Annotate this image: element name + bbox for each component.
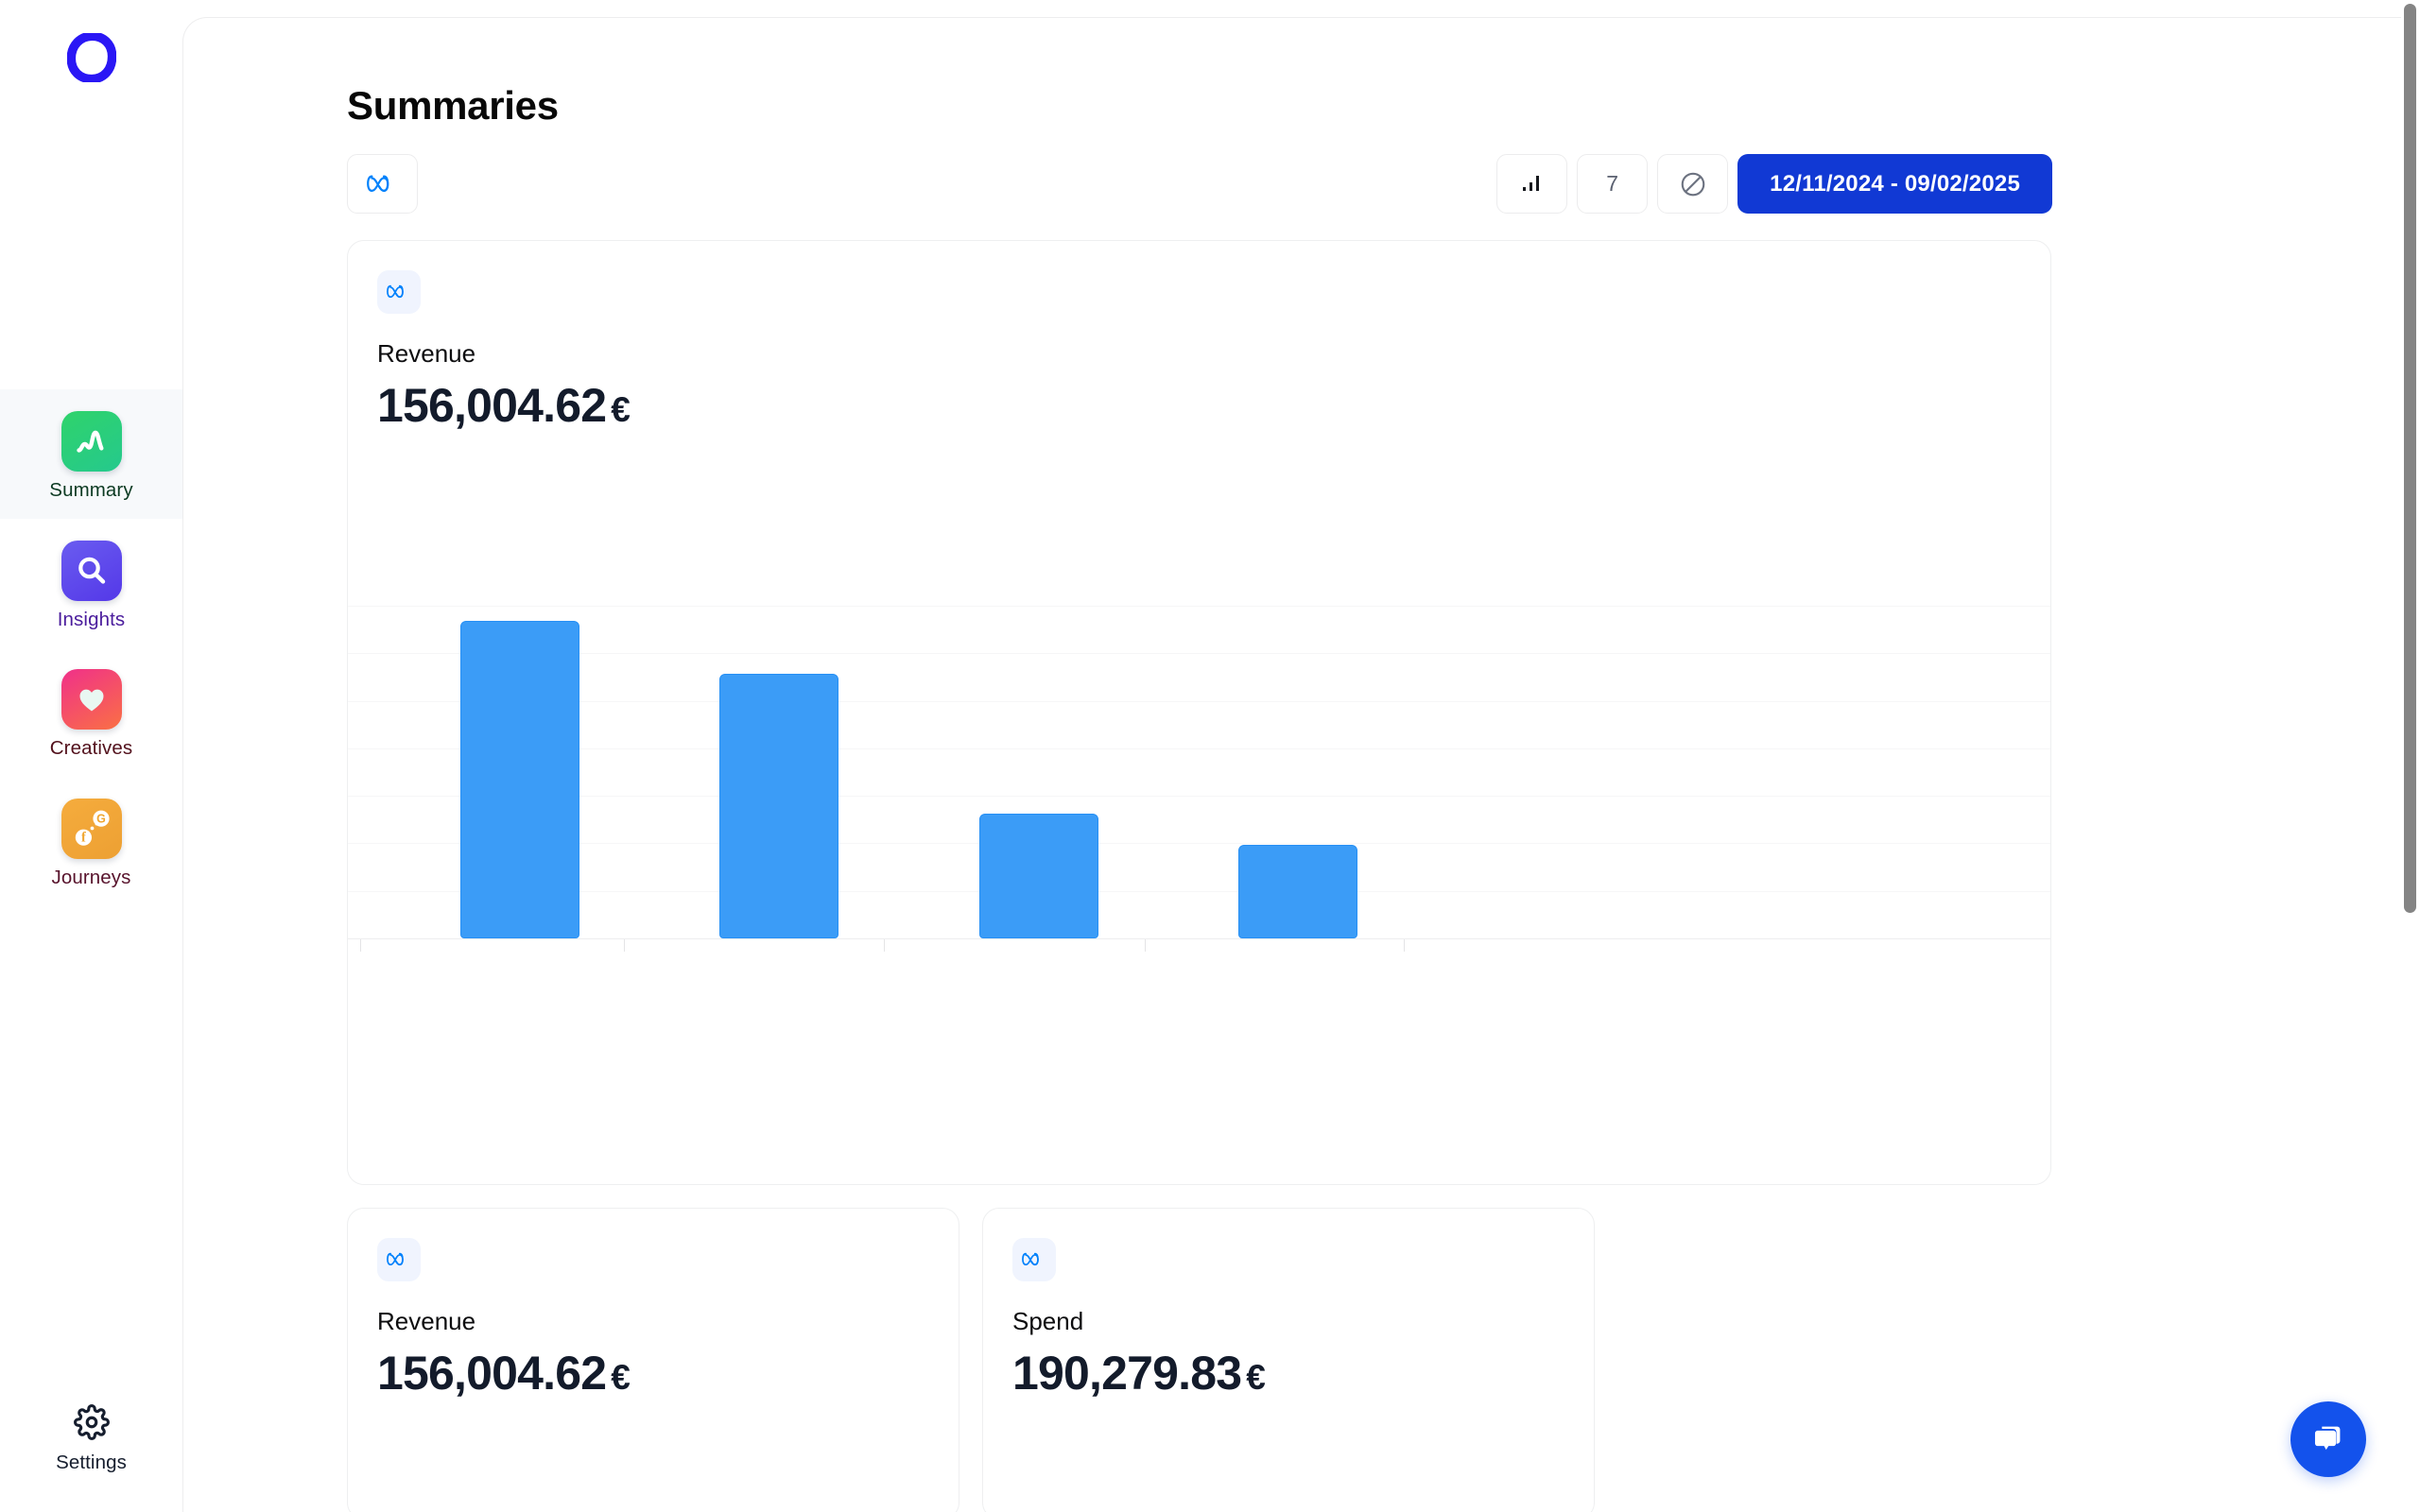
meta-icon: [1022, 1250, 1046, 1269]
metric-card-value: 156,004.62€: [377, 1348, 959, 1399]
chart-plot-area: [348, 606, 2050, 938]
meta-icon: [387, 283, 411, 301]
sidebar-item-label: Summary: [49, 481, 132, 501]
chart-card-header: Revenue 156,004.62€: [348, 241, 2050, 431]
axis-tick: [1145, 939, 1146, 952]
meta-icon: [367, 172, 399, 197]
line-chart-icon: [61, 411, 122, 472]
sidebar-item-creatives[interactable]: Creatives: [0, 647, 182, 777]
interval-button[interactable]: 7: [1577, 154, 1648, 214]
heart-icon: [61, 669, 122, 730]
metric-card-header: Spend 190,279.83€: [983, 1209, 1594, 1399]
metric-cards-row: Revenue 156,004.62€: [347, 1208, 2051, 1512]
chart-bars: [348, 606, 2050, 938]
meta-badge: [377, 270, 421, 314]
sidebar-item-label: Creatives: [50, 739, 133, 759]
sidebar-nav: Summary Insights Creatives: [0, 389, 182, 905]
page-title: Summaries: [347, 86, 2404, 126]
axis-tick: [624, 939, 625, 952]
metric-card-currency: €: [1246, 1358, 1265, 1397]
svg-text:f: f: [80, 830, 85, 845]
sidebar: Summary Insights Creatives: [0, 0, 182, 1512]
date-range-button[interactable]: 12/11/2024 - 09/02/2025: [1737, 154, 2052, 214]
scrollbar-thumb[interactable]: [2404, 4, 2416, 913]
chart-card-amount: 156,004.62: [377, 379, 606, 432]
interval-value: 7: [1606, 173, 1618, 195]
sidebar-item-settings[interactable]: Settings: [0, 1404, 182, 1473]
sidebar-item-summary[interactable]: Summary: [0, 389, 182, 519]
svg-text:G: G: [96, 812, 106, 825]
gear-icon: [74, 1404, 110, 1445]
metric-card-value: 190,279.83€: [1012, 1348, 1594, 1399]
sidebar-item-insights[interactable]: Insights: [0, 519, 182, 648]
metric-card-amount: 156,004.62: [377, 1347, 606, 1400]
app-logo-ring-icon: [67, 33, 116, 82]
chat-widget-button[interactable]: [2290, 1401, 2366, 1477]
google-facebook-path-icon: G f: [61, 799, 122, 859]
page-scrollbar[interactable]: [2401, 0, 2420, 1512]
revenue-metric-card: Revenue 156,004.62€: [347, 1208, 959, 1512]
no-entry-icon: [1679, 170, 1707, 198]
chart-bar[interactable]: [979, 814, 1098, 938]
metric-card-header: Revenue 156,004.62€: [348, 1209, 959, 1399]
chart-card-label: Revenue: [377, 341, 2050, 366]
chart-bar[interactable]: [1238, 845, 1357, 938]
metric-card-label: Spend: [1012, 1309, 1594, 1333]
content-inner: Summaries: [183, 18, 2404, 1512]
sidebar-item-label: Insights: [58, 610, 125, 630]
chart-bar[interactable]: [460, 621, 579, 938]
chart-card-value: 156,004.62€: [377, 380, 2050, 431]
metric-card-currency: €: [611, 1358, 630, 1397]
sidebar-item-journeys[interactable]: G f Journeys: [0, 777, 182, 906]
platform-filter-meta-button[interactable]: [347, 154, 418, 214]
sidebar-item-label: Journeys: [52, 868, 131, 888]
revenue-chart-card: Revenue 156,004.62€: [347, 240, 2051, 1185]
metric-card-label: Revenue: [377, 1309, 959, 1333]
toolbar-right-group: 7 12/11/2024 - 09/02/2025: [1496, 154, 2052, 214]
axis-tick: [360, 939, 361, 952]
chat-bubbles-icon: [2308, 1419, 2348, 1459]
chart-card-currency: €: [611, 390, 630, 429]
app-root: Summary Insights Creatives: [0, 0, 2420, 1512]
meta-badge: [1012, 1238, 1056, 1281]
sidebar-item-label: Settings: [56, 1453, 127, 1473]
meta-icon: [387, 1250, 411, 1269]
metric-card-amount: 190,279.83: [1012, 1347, 1241, 1400]
main-panel: Summaries: [182, 17, 2404, 1512]
chart-bar[interactable]: [719, 674, 838, 938]
chart-type-button[interactable]: [1496, 154, 1567, 214]
date-range-label: 12/11/2024 - 09/02/2025: [1770, 173, 2020, 196]
clear-filter-button[interactable]: [1657, 154, 1728, 214]
app-logo[interactable]: [59, 25, 125, 91]
revenue-bar-chart: [348, 606, 2050, 1184]
axis-tick: [884, 939, 885, 952]
chart-axis-line: [348, 938, 2050, 939]
spend-metric-card: Spend 190,279.83€: [982, 1208, 1595, 1512]
meta-badge: [377, 1238, 421, 1281]
bar-chart-icon: [1519, 172, 1546, 197]
main-region: Summaries: [182, 0, 2420, 1512]
toolbar: 7 12/11/2024 - 09/02/2025: [347, 154, 2052, 214]
axis-tick: [1404, 939, 1405, 952]
magnifier-icon: [61, 541, 122, 601]
